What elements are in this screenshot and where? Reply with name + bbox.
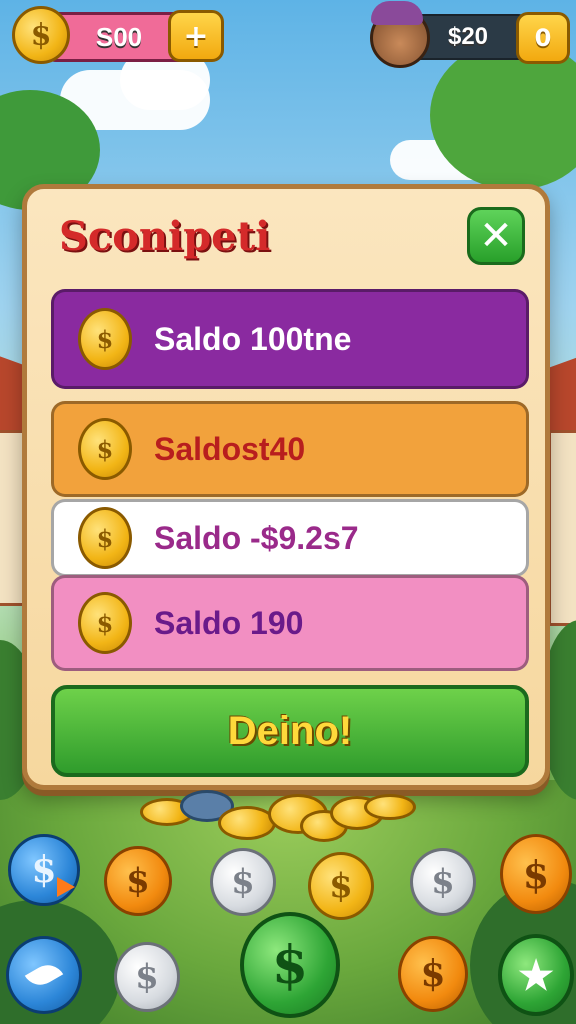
confirm-button[interactable]: Deino! [51, 685, 529, 777]
balance-option-4[interactable]: $ Saldo 190 [51, 575, 529, 671]
coin-orange[interactable]: $ [104, 846, 172, 916]
balance-option-label: Saldo 190 [154, 604, 304, 641]
balance-option-label: Saldost40 [154, 430, 306, 467]
coin-silver[interactable]: $ [410, 848, 476, 916]
modal-title: Sconipeti [59, 213, 271, 260]
coin-icon: $ [78, 507, 132, 569]
balance-modal: Sconipeti ✕ $ Saldo 100tne $ Saldost40 $… [22, 184, 550, 790]
balance-option-label: Saldo -$9.2s7 [154, 519, 359, 556]
coin-orange[interactable]: $ [500, 834, 572, 914]
coin-gold[interactable]: $ [308, 852, 374, 920]
coin-orange[interactable]: $ [398, 936, 468, 1012]
coin-icon: $ [78, 418, 132, 480]
plus-icon: + [183, 18, 209, 54]
coin-silver[interactable]: $ [114, 942, 180, 1012]
balance-option-1[interactable]: $ Saldo 100tne [51, 289, 529, 389]
coin-silver[interactable]: $ [210, 848, 276, 916]
player-counter-value: 0 [534, 24, 552, 52]
coin-balance-value: S00 [95, 21, 143, 52]
close-button[interactable]: ✕ [467, 207, 525, 265]
add-coins-button[interactable]: + [168, 10, 224, 62]
balance-option-2[interactable]: $ Saldost40 [51, 401, 529, 497]
coin-pile-coin [364, 794, 416, 820]
dollar-icon: $ [271, 934, 309, 996]
avatar-hat [371, 1, 423, 25]
coin-icon: $ [78, 592, 132, 654]
balance-option-label: Saldo 100tne [154, 320, 352, 357]
favorites-button[interactable]: ★ [498, 934, 574, 1016]
main-coin-button[interactable]: $ [240, 912, 340, 1018]
cursor-arrow-icon [57, 877, 75, 897]
wing-icon [24, 958, 64, 992]
share-button[interactable] [6, 936, 82, 1014]
player-avatar[interactable] [370, 1, 430, 68]
player-money-value: $20 [447, 23, 489, 50]
player-counter-badge[interactable]: 0 [516, 12, 570, 64]
dollar-icon: $ [31, 849, 57, 891]
close-icon: ✕ [479, 213, 513, 259]
shop-button[interactable]: $ [8, 834, 80, 906]
balance-option-3[interactable]: $ Saldo -$9.2s7 [51, 499, 529, 577]
star-icon: ★ [518, 951, 554, 999]
coin-icon: $ [78, 308, 132, 370]
house-right [548, 430, 576, 626]
coin-icon: $ [12, 6, 70, 64]
